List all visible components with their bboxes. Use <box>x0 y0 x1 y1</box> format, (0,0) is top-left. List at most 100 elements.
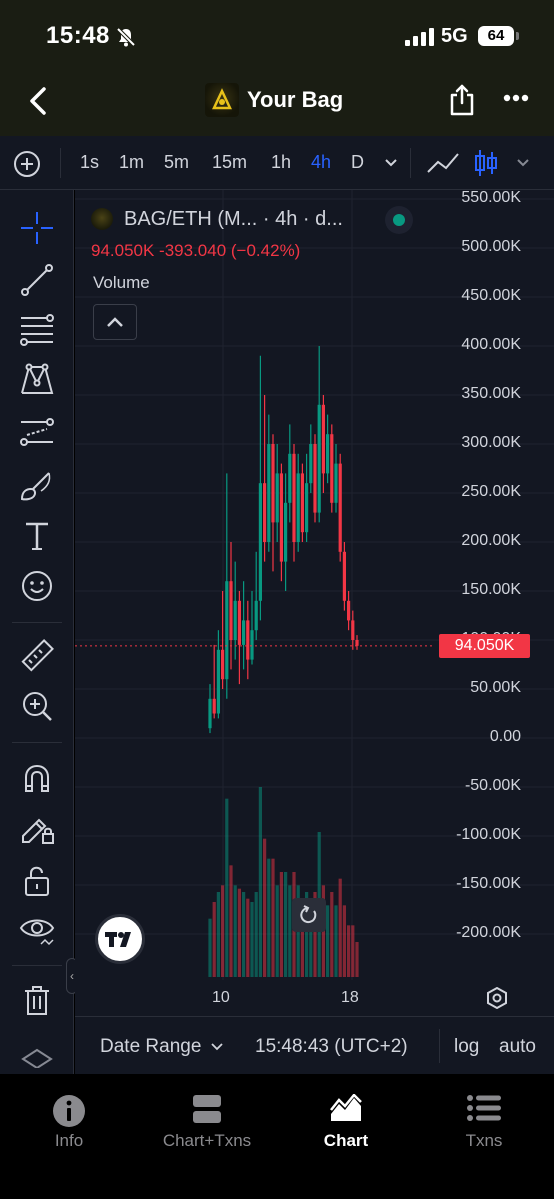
interval-15m[interactable]: 15m <box>212 152 247 173</box>
battery-icon: 64 <box>478 26 514 46</box>
reset-chart-button[interactable] <box>292 898 326 932</box>
candle-body <box>233 600 237 640</box>
fib-tool[interactable] <box>19 312 55 348</box>
pattern-tool[interactable] <box>19 362 55 398</box>
candle-body <box>288 453 292 503</box>
visibility-tool[interactable] <box>19 912 55 948</box>
zoom-tool[interactable] <box>19 688 55 724</box>
candle-body <box>216 649 220 714</box>
tab-txns[interactable]: Txns <box>415 1074 553 1164</box>
trend-line-tool[interactable] <box>19 262 55 298</box>
price-axis-label: 250.00K <box>461 483 521 500</box>
date-range-button[interactable]: Date Range <box>100 1036 223 1058</box>
fib-retracement-icon <box>20 314 54 346</box>
chevron-up-icon <box>107 317 123 327</box>
tab-label: Info <box>54 1131 84 1150</box>
magnet-tool[interactable] <box>19 760 55 796</box>
chart-txns-icon <box>193 1095 221 1123</box>
timezone-clock[interactable]: 15:48:43 (UTC+2) <box>255 1036 408 1058</box>
trash-icon <box>25 986 49 1015</box>
candle-body <box>263 483 267 542</box>
volume-bar <box>330 892 334 977</box>
interval-1d[interactable]: D <box>351 152 364 173</box>
volume-bar <box>233 885 237 977</box>
volume-bar <box>254 892 258 977</box>
line-chart-type-icon[interactable] <box>426 150 460 176</box>
volume-bar <box>275 885 279 977</box>
candle-body <box>342 551 346 601</box>
bottom-tab-bar: Info Chart+Txns Chart Txns <box>0 1074 554 1199</box>
volume-bar <box>246 898 250 977</box>
log-scale-toggle[interactable]: log <box>454 1036 479 1058</box>
more-icon[interactable] <box>503 94 529 102</box>
tab-label: Chart <box>323 1131 369 1150</box>
status-bar: 15:48 5G 64 <box>0 0 554 70</box>
chart-settings-icon[interactable] <box>486 987 508 1009</box>
chevron-down-icon[interactable] <box>384 158 398 168</box>
collapse-legend-button[interactable] <box>93 304 137 340</box>
chevron-down-icon <box>211 1043 223 1051</box>
date-range-label: Date Range <box>100 1036 202 1057</box>
volume-bar <box>355 942 359 977</box>
prediction-tool[interactable] <box>19 414 55 450</box>
crosshair-tool[interactable] <box>19 210 55 246</box>
add-symbol-icon[interactable] <box>13 150 41 178</box>
magnet-icon <box>25 764 49 792</box>
volume-bar <box>267 858 271 977</box>
tradingview-logo[interactable] <box>95 914 145 964</box>
tab-chart-txns[interactable]: Chart+Txns <box>138 1074 276 1164</box>
interval-5m[interactable]: 5m <box>164 152 189 173</box>
candle-body <box>284 502 288 562</box>
info-icon <box>53 1095 85 1127</box>
tools-divider <box>12 742 62 743</box>
candle-body <box>300 473 304 533</box>
candle-body <box>229 581 233 640</box>
volume-bar <box>258 787 262 977</box>
interval-1h[interactable]: 1h <box>271 152 291 173</box>
emoji-tool[interactable] <box>19 568 55 604</box>
price-axis-label: 400.00K <box>461 336 521 353</box>
interval-1m[interactable]: 1m <box>119 152 144 173</box>
candle-body <box>351 620 355 640</box>
volume-bar <box>212 902 216 977</box>
time-axis-label: 10 <box>212 989 230 1006</box>
candle-body <box>313 444 317 513</box>
chart-bottom-bar: Date Range 15:48:43 (UTC+2) log auto <box>75 1016 554 1074</box>
candle-body <box>246 620 250 660</box>
brush-tool[interactable] <box>19 468 55 504</box>
tools-divider <box>12 622 62 623</box>
volume-bar <box>342 905 346 977</box>
interval-1s[interactable]: 1s <box>80 152 99 173</box>
price-change: 94.050K -393.040 (−0.42%) <box>91 241 301 260</box>
measure-tool[interactable] <box>19 638 55 674</box>
back-icon[interactable] <box>26 86 50 116</box>
chart-pane[interactable]: BAG/ETH (M... · 4h · d... 94.050K -393.0… <box>75 190 554 1016</box>
tradingview-logo-icon <box>105 932 131 947</box>
chart-icon <box>330 1094 362 1121</box>
share-icon[interactable] <box>449 83 475 117</box>
candle-body <box>321 404 325 474</box>
price-axis-label: 550.00K <box>461 190 521 206</box>
interval-4h[interactable]: 4h <box>311 152 331 173</box>
candles-chart-type-icon[interactable] <box>474 148 498 178</box>
symbol-logo <box>91 208 113 230</box>
candle-body <box>279 473 283 562</box>
text-tool[interactable] <box>19 518 55 554</box>
symbol-title[interactable]: BAG/ETH (M... · 4h · d... <box>124 208 343 231</box>
volume-indicator-label[interactable]: Volume <box>93 273 150 293</box>
candle-body <box>208 698 212 729</box>
price-axis-label: 450.00K <box>461 287 521 304</box>
candle-body <box>271 444 275 523</box>
volume-bar <box>216 892 220 977</box>
price-axis-label: 500.00K <box>461 238 521 255</box>
lock-all-tool[interactable] <box>19 862 55 898</box>
unlock-icon <box>25 866 49 896</box>
auto-scale-toggle[interactable]: auto <box>499 1036 536 1058</box>
lock-drawing-tool[interactable] <box>19 810 55 846</box>
tab-info[interactable]: Info <box>0 1074 138 1164</box>
chevron-down-icon[interactable] <box>516 158 530 168</box>
tab-chart[interactable]: Chart <box>277 1074 415 1164</box>
price-axis-label: 300.00K <box>461 434 521 451</box>
remove-drawings-tool[interactable] <box>19 982 55 1018</box>
object-tree-tool[interactable] <box>19 1048 55 1068</box>
